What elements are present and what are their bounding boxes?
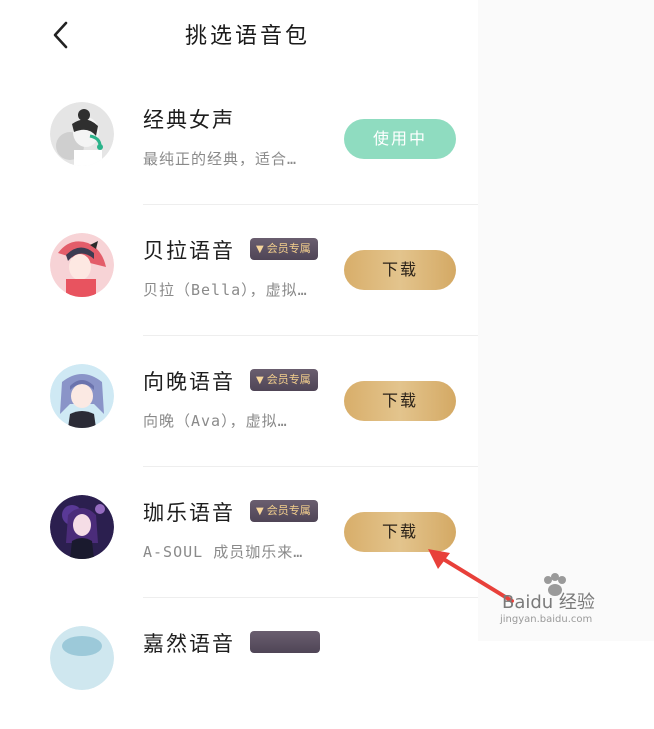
list-item[interactable]: 珈乐语音 ▼ 会员专属 A-SOUL 成员珈乐来… 下载: [0, 467, 478, 598]
watermark-line1: Baidu 经验: [502, 592, 595, 613]
list-item[interactable]: 经典女声 最纯正的经典，适合… 使用中: [0, 74, 478, 205]
list-item[interactable]: 嘉然语音: [0, 598, 478, 729]
download-button[interactable]: 下载: [344, 381, 456, 421]
voice-name: 向晚语音: [143, 370, 235, 394]
voice-name: 珈乐语音: [143, 501, 235, 525]
voice-name: 贝拉语音: [143, 239, 235, 263]
watermark-line2: jingyan.baidu.com: [500, 614, 593, 625]
avatar: [50, 364, 114, 428]
member-badge: ▼ 会员专属: [250, 238, 318, 260]
member-badge: [250, 631, 320, 653]
avatar: [50, 495, 114, 559]
page-title: 挑选语音包: [185, 24, 311, 49]
list-item[interactable]: 贝拉语音 ▼ 会员专属 贝拉（Bella），虚拟… 下载: [0, 205, 478, 336]
voice-name: 嘉然语音: [143, 632, 235, 656]
back-button[interactable]: [48, 18, 76, 52]
voice-pack-panel: 挑选语音包 经典女声 最纯正的经典，适合… 使用中 贝拉语音 ▼ 会员专属 贝拉…: [0, 0, 478, 690]
voice-description: A-SOUL 成员珈乐来…: [143, 543, 304, 561]
avatar: [50, 626, 114, 690]
diamond-icon: ▼: [256, 375, 264, 386]
avatar: [50, 102, 114, 166]
member-badge: ▼ 会员专属: [250, 369, 318, 391]
watermark: Baidu 经验 jingyan.baidu.com: [500, 572, 650, 634]
diamond-icon: ▼: [256, 244, 264, 255]
voice-description: 向晚（Ava），虚拟…: [143, 412, 288, 430]
member-badge: ▼ 会员专属: [250, 500, 318, 522]
voice-description: 贝拉（Bella），虚拟…: [143, 281, 308, 299]
voice-description: 最纯正的经典，适合…: [143, 150, 298, 168]
voice-name: 经典女声: [143, 108, 235, 132]
avatar: [50, 233, 114, 297]
in-use-button[interactable]: 使用中: [344, 119, 456, 159]
list-item[interactable]: 向晚语音 ▼ 会员专属 向晚（Ava），虚拟… 下载: [0, 336, 478, 467]
download-button[interactable]: 下载: [344, 250, 456, 290]
chevron-left-icon: [53, 21, 68, 49]
diamond-icon: ▼: [256, 506, 264, 517]
